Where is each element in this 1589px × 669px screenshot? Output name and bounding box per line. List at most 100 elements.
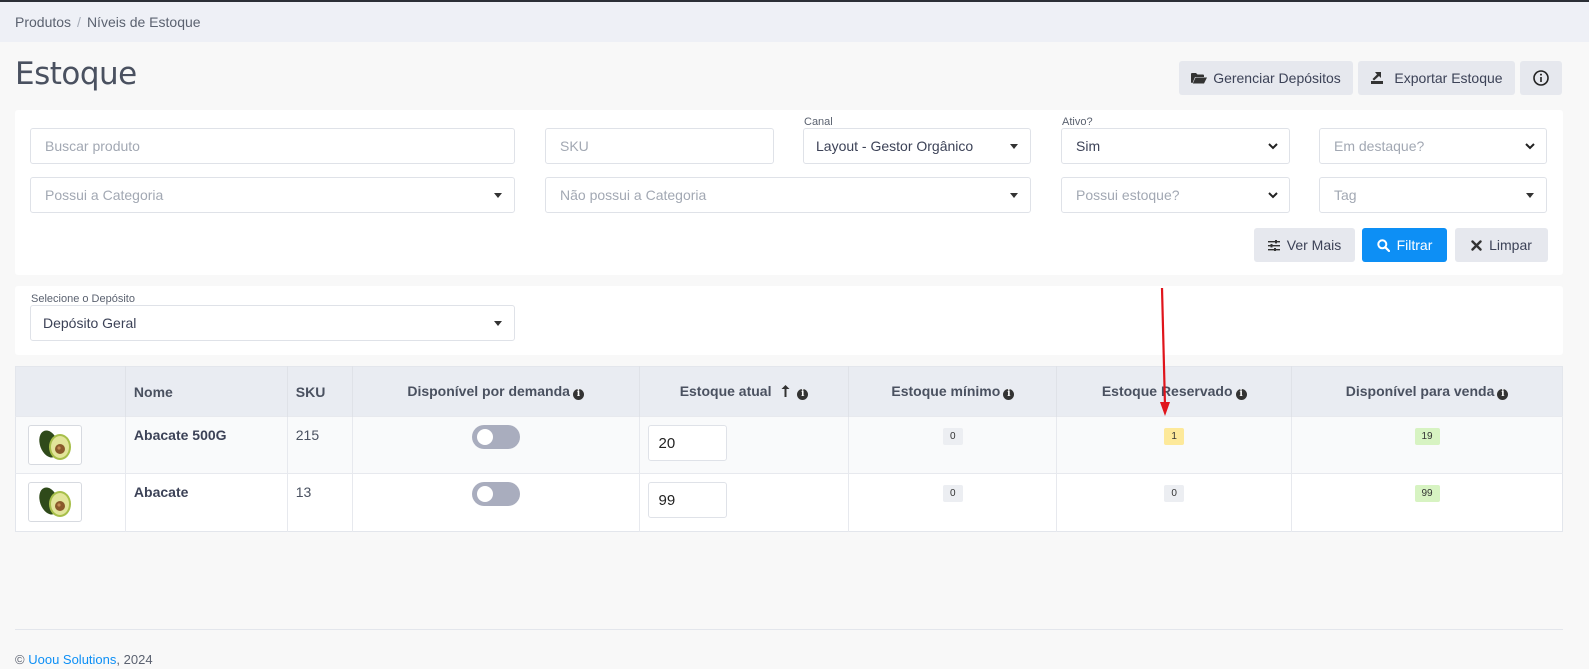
on-demand-toggle[interactable]: [471, 482, 520, 506]
breadcrumb-separator: /: [77, 14, 81, 30]
available-badge: 19: [1414, 428, 1440, 445]
cell-current-stock: 20: [639, 416, 850, 474]
header-current-stock[interactable]: Estoque atual i: [639, 366, 850, 417]
active-select[interactable]: Sim: [1061, 128, 1290, 164]
cell-min-stock: 0: [848, 473, 1058, 532]
channel-label: Canal: [804, 116, 833, 128]
warehouse-value: Depósito Geral: [43, 315, 137, 331]
info-button[interactable]: [1520, 61, 1562, 95]
filter-label: Filtrar: [1396, 237, 1433, 253]
avocado-image: [39, 430, 71, 460]
header-on-demand[interactable]: Disponível por demanda i: [352, 366, 640, 417]
warehouse-label: Selecione o Depósito: [31, 293, 135, 305]
caret-down-icon: [1526, 193, 1534, 198]
cell-reserved: 0: [1056, 473, 1293, 532]
tag-select[interactable]: Tag: [1319, 177, 1547, 213]
export-stock-button[interactable]: Exportar Estoque: [1358, 61, 1515, 95]
table-row: Abacate 500G 215 20 0 1 19: [15, 416, 1563, 474]
filter-button[interactable]: Filtrar: [1362, 228, 1447, 262]
cell-name: Abacate: [125, 473, 288, 532]
clear-label: Limpar: [1489, 237, 1532, 253]
see-more-button[interactable]: Ver Mais: [1254, 228, 1355, 262]
caret-down-icon: [494, 321, 502, 326]
table-header-row: Nome SKU Disponível por demanda i Estoque…: [15, 366, 1563, 417]
cell-available: 19: [1291, 416, 1563, 474]
footer: © Uoou Solutions, 2024: [15, 652, 153, 667]
info-icon: i: [1003, 389, 1015, 400]
has-category-placeholder: Possui a Categoria: [45, 187, 164, 203]
see-more-label: Ver Mais: [1286, 237, 1342, 253]
folder-open-icon: [1191, 72, 1208, 83]
sku-placeholder: SKU: [560, 138, 589, 154]
cell-image: [15, 473, 126, 532]
product-thumbnail[interactable]: [28, 482, 82, 522]
cell-sku: 215: [287, 416, 353, 474]
has-stock-placeholder: Possui estoque?: [1076, 187, 1180, 203]
caret-down-icon: [1010, 144, 1018, 149]
cell-sku: 13: [287, 473, 353, 532]
breadcrumb: Produtos / Níveis de Estoque: [0, 2, 1589, 42]
min-stock-badge: 0: [943, 428, 963, 445]
not-category-select[interactable]: Não possui a Categoria: [545, 177, 1031, 213]
breadcrumb-item-produtos[interactable]: Produtos: [15, 14, 71, 30]
available-badge: 99: [1414, 485, 1440, 502]
clear-button[interactable]: Limpar: [1455, 228, 1548, 262]
copyright-symbol: ©: [15, 652, 25, 667]
not-category-placeholder: Não possui a Categoria: [560, 187, 707, 203]
channel-value: Layout - Gestor Orgânico: [816, 138, 974, 154]
has-stock-select[interactable]: Possui estoque?: [1061, 177, 1290, 213]
current-stock-input[interactable]: 99: [647, 482, 727, 518]
reserved-badge[interactable]: 1: [1164, 428, 1184, 445]
footer-divider: [15, 629, 1563, 630]
cell-on-demand: [352, 473, 640, 532]
cell-available: 99: [1291, 473, 1563, 532]
caret-down-icon: [494, 193, 502, 198]
cell-on-demand: [352, 416, 640, 474]
arrow-up-sort-icon: [781, 385, 790, 397]
search-icon: [1376, 238, 1390, 252]
header-name[interactable]: Nome: [125, 366, 288, 417]
stock-table: Nome SKU Disponível por demanda i Estoque…: [15, 366, 1563, 532]
breadcrumb-item-niveis: Níveis de Estoque: [86, 14, 201, 30]
cell-min-stock: 0: [848, 416, 1058, 474]
featured-placeholder: Em destaque?: [1334, 138, 1425, 154]
search-input[interactable]: Buscar produto: [30, 128, 515, 164]
has-category-select[interactable]: Possui a Categoria: [30, 177, 515, 213]
sliders-icon: [1267, 239, 1280, 251]
featured-select[interactable]: Em destaque?: [1319, 128, 1547, 164]
active-value: Sim: [1076, 138, 1101, 154]
avocado-image: [39, 487, 71, 517]
company-link[interactable]: Uoou Solutions: [28, 652, 116, 667]
info-icon: i: [1497, 389, 1509, 400]
tag-placeholder: Tag: [1334, 187, 1357, 203]
search-placeholder: Buscar produto: [45, 138, 140, 154]
cell-reserved: 1: [1056, 416, 1293, 474]
page-title: Estoque: [15, 56, 137, 92]
info-icon: i: [1235, 389, 1247, 400]
export-icon: [1371, 72, 1384, 84]
product-thumbnail[interactable]: [28, 425, 82, 465]
channel-select[interactable]: Layout - Gestor Orgânico: [803, 128, 1031, 164]
export-stock-label: Exportar Estoque: [1394, 70, 1503, 86]
reserved-badge[interactable]: 0: [1164, 485, 1184, 502]
manage-warehouses-button[interactable]: Gerenciar Depósitos: [1179, 61, 1353, 95]
close-icon: [1471, 239, 1482, 251]
sku-input[interactable]: SKU: [545, 128, 774, 164]
on-demand-toggle[interactable]: [471, 425, 520, 449]
chevron-down-icon: [1268, 143, 1278, 150]
cell-current-stock: 99: [639, 473, 850, 532]
cell-image: [15, 416, 126, 474]
current-stock-input[interactable]: 20: [647, 425, 727, 461]
caret-down-icon: [1010, 193, 1018, 198]
active-label: Ativo?: [1062, 116, 1093, 128]
info-icon: i: [572, 389, 584, 400]
header-image: [15, 366, 126, 417]
chevron-down-icon: [1268, 192, 1278, 199]
warehouse-select[interactable]: Depósito Geral: [30, 305, 515, 341]
annotation-arrow: [1160, 288, 1170, 416]
header-available[interactable]: Disponível para venda i: [1291, 366, 1563, 417]
header-sku[interactable]: SKU: [287, 366, 353, 417]
header-min-stock[interactable]: Estoque mínimo i: [848, 366, 1058, 417]
info-icon: i: [797, 389, 809, 400]
footer-year: 2024: [123, 652, 153, 667]
